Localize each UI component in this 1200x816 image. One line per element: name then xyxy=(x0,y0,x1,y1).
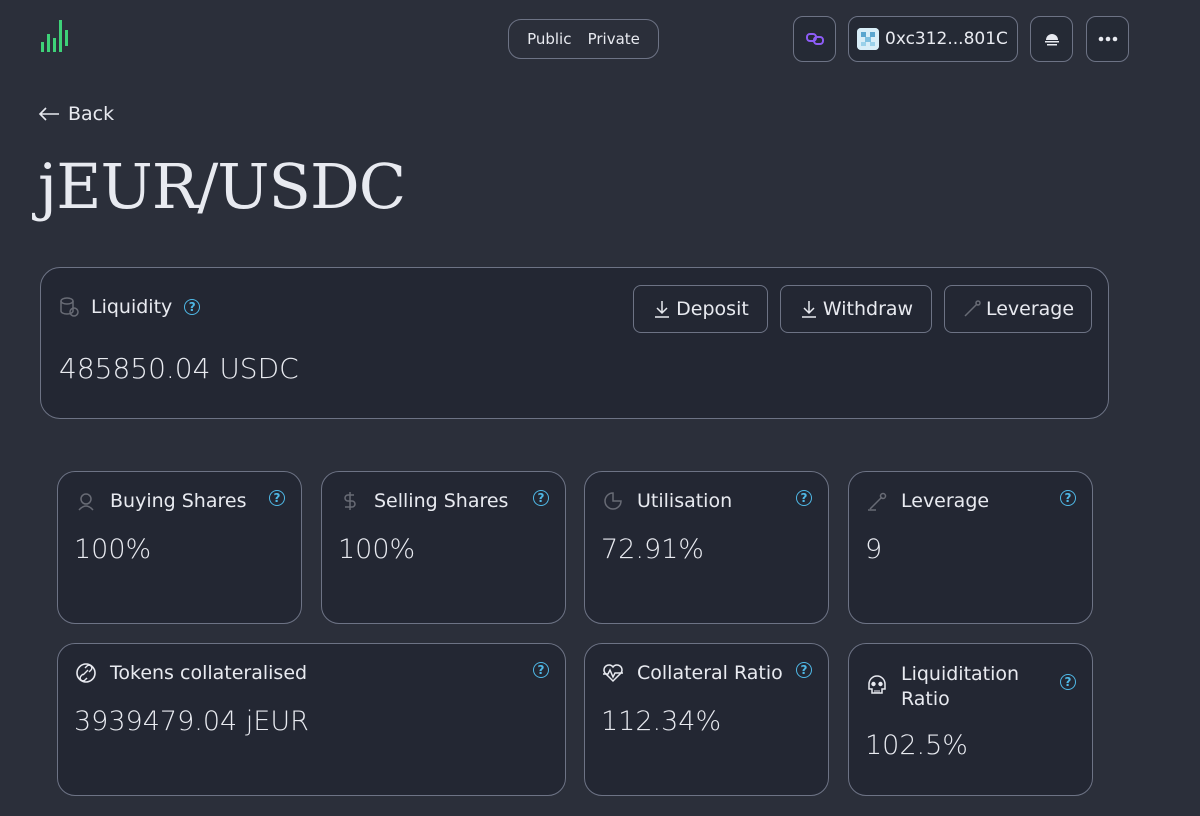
selling-shares-label: Selling Shares xyxy=(374,490,509,512)
leverage-button[interactable]: Leverage xyxy=(944,285,1092,333)
pie-chart-icon xyxy=(604,492,622,510)
coins-icon xyxy=(60,297,79,317)
selling-shares-card: Selling Shares ? 100% xyxy=(321,471,566,624)
download-icon xyxy=(655,301,670,318)
liquidity-label: Liquidity xyxy=(91,296,173,318)
arrow-left-icon xyxy=(38,107,59,121)
collateral-ratio-value: 112.34% xyxy=(601,706,722,737)
logo-bars-icon xyxy=(41,20,68,52)
liquidation-ratio-label: Liquiditation Ratio xyxy=(901,663,1020,710)
wallet-address: 0xc312...801C xyxy=(885,29,1008,49)
tokens-collateralised-value: 3939479.04 jEUR xyxy=(74,706,309,737)
collateral-ratio-card: Collateral Ratio ? 112.34% xyxy=(584,643,829,796)
page-title: jEUR/USDC xyxy=(38,150,406,223)
heartbeat-icon xyxy=(603,664,623,683)
buying-shares-value: 100% xyxy=(74,534,152,565)
download-icon xyxy=(801,301,816,318)
visibility-toggle: Public Private xyxy=(508,19,659,59)
polygon-icon xyxy=(805,33,824,45)
ellipsis-icon xyxy=(1098,36,1117,42)
more-menu-button[interactable] xyxy=(1086,16,1129,62)
leverage-value: 9 xyxy=(865,534,883,565)
liquidity-panel: Liquidity ? 485850.04 USDC Deposit Withd… xyxy=(40,267,1109,419)
help-icon[interactable]: ? xyxy=(796,490,812,506)
utilisation-card: Utilisation ? 72.91% xyxy=(584,471,829,624)
selling-shares-value: 100% xyxy=(338,534,416,565)
back-link[interactable]: Back xyxy=(38,103,114,125)
deposit-button[interactable]: Deposit xyxy=(633,285,768,333)
withdraw-button[interactable]: Withdraw xyxy=(780,285,932,333)
link-icon xyxy=(76,663,96,683)
help-icon[interactable]: ? xyxy=(184,299,201,315)
lever-icon xyxy=(964,300,981,317)
buying-shares-card: Buying Shares ? 100% xyxy=(57,471,302,624)
wallet-button[interactable]: 0xc312...801C xyxy=(848,16,1018,62)
dollar-icon xyxy=(344,492,356,510)
help-icon[interactable]: ? xyxy=(269,490,285,506)
tokens-collateralised-label: Tokens collateralised xyxy=(110,662,308,684)
leverage-label: Leverage xyxy=(901,490,990,512)
tokens-collateralised-card: Tokens collateralised ? 3939479.04 jEUR xyxy=(57,643,566,796)
help-icon[interactable]: ? xyxy=(533,490,549,506)
shares-icon xyxy=(78,493,94,511)
utilisation-value: 72.91% xyxy=(601,534,704,565)
network-button[interactable] xyxy=(793,16,836,62)
app-logo[interactable] xyxy=(40,20,70,54)
public-tab[interactable]: Public xyxy=(527,30,571,48)
help-icon[interactable]: ? xyxy=(796,662,812,678)
wallet-avatar xyxy=(857,28,879,50)
liquidation-ratio-card: Liquiditation Ratio ? 102.5% xyxy=(848,643,1093,796)
leverage-card: Leverage ? 9 xyxy=(848,471,1093,624)
private-tab[interactable]: Private xyxy=(588,30,640,48)
lever-icon xyxy=(868,492,887,511)
skull-icon xyxy=(868,675,886,694)
back-label: Back xyxy=(68,103,115,125)
help-icon[interactable]: ? xyxy=(1060,674,1076,690)
sunset-icon xyxy=(1044,34,1059,46)
liquidity-value: 485850.04 USDC xyxy=(59,352,299,385)
liquidation-ratio-value: 102.5% xyxy=(865,730,968,761)
utilisation-label: Utilisation xyxy=(637,490,733,512)
collateral-ratio-label: Collateral Ratio xyxy=(637,662,783,684)
theme-button[interactable] xyxy=(1030,16,1073,62)
help-icon[interactable]: ? xyxy=(1060,490,1076,506)
buying-shares-label: Buying Shares xyxy=(110,490,247,512)
help-icon[interactable]: ? xyxy=(533,662,549,678)
